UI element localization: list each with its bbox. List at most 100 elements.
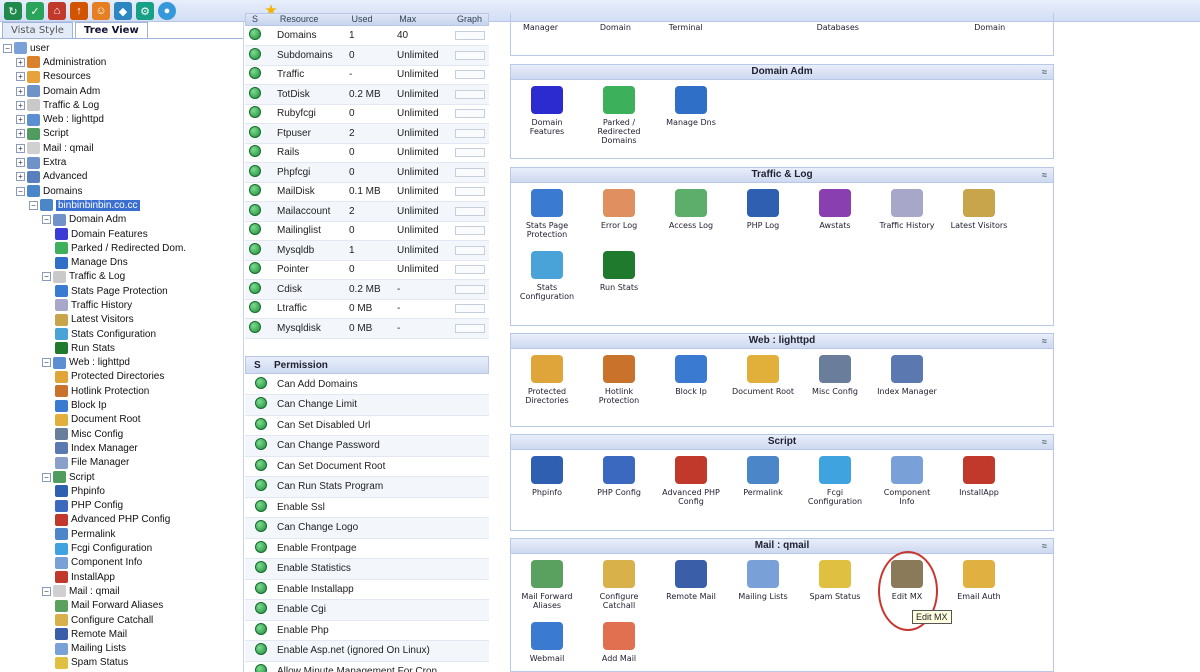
panel-item[interactable]: Mailing Lists [731,560,795,622]
panel-item[interactable]: Misc Config [803,355,867,417]
panel-item[interactable]: Spam Status [803,560,867,622]
collapse-icon[interactable]: − [16,186,25,196]
panel-item[interactable]: Add Mail [587,622,651,672]
tab-tree-view[interactable]: Tree View [74,22,148,38]
panel-item[interactable]: Fcgi Configuration [803,456,867,518]
tree-item[interactable]: + Extra [0,155,243,169]
strip-item-label[interactable]: Domain [974,23,1053,32]
tree-item[interactable]: Document Root [0,413,243,427]
tree-item[interactable]: − user [0,41,243,55]
tree-item[interactable]: + Traffic & Log [0,98,243,112]
panel-header[interactable]: Web : lighttpd ≈ [511,334,1053,349]
expand-icon[interactable]: + [16,172,25,182]
panel-item[interactable]: Permalink [731,456,795,518]
panel-item[interactable]: Awstats [803,189,867,251]
strip-item-label[interactable]: Terminal [669,23,817,32]
refresh-icon[interactable]: ↻ [4,2,22,20]
panel-item[interactable]: Stats Page Protection [515,189,579,251]
expand-icon[interactable]: + [16,115,25,125]
panel-item[interactable]: Parked / Redirected Domains [587,86,651,148]
upload-icon[interactable]: ↑ [70,2,88,20]
globe-icon[interactable]: ● [158,2,176,20]
strip-item-label[interactable]: Domain [600,23,669,32]
home-icon[interactable]: ⌂ [48,2,66,20]
panel-header[interactable]: Traffic & Log ≈ [511,168,1053,183]
tree-item[interactable]: + Advanced [0,170,243,184]
panel-item[interactable]: Document Root [731,355,795,417]
panel-item[interactable]: Configure Catchall [587,560,651,622]
tree-item[interactable]: Block Ip [0,398,243,412]
gear-icon[interactable]: ⚙ [136,2,154,20]
panel-item[interactable]: InstallApp [947,456,1011,518]
tree-item[interactable]: Protected Directories [0,370,243,384]
collapse-icon[interactable]: − [42,215,51,225]
panel-header[interactable]: Script ≈ [511,435,1053,450]
expand-icon[interactable]: + [16,57,25,67]
tree-item[interactable]: + Administration [0,55,243,69]
collapse-icon[interactable]: ≈ [1042,435,1047,449]
tree-item[interactable]: + Domain Adm [0,84,243,98]
panel-item[interactable]: Hotlink Protection [587,355,651,417]
tree-item[interactable]: Fcgi Configuration [0,541,243,555]
panel-item[interactable]: PHP Log [731,189,795,251]
panel-item[interactable]: Advanced PHP Config [659,456,723,518]
tree-item[interactable]: PHP Config [0,499,243,513]
tree-item[interactable]: − Traffic & Log [0,270,243,284]
panel-item[interactable]: Protected Directories [515,355,579,417]
tree-item[interactable]: Remote Mail [0,627,243,641]
panel-item[interactable]: Access Log [659,189,723,251]
tab-vista-style[interactable]: Vista Style [2,22,73,38]
panel-item[interactable]: Webmail [515,622,579,672]
tree-item[interactable]: Configure Catchall [0,613,243,627]
tree-item[interactable]: Advanced PHP Config [0,513,243,527]
panel-item[interactable]: Manage Dns [659,86,723,148]
collapse-icon[interactable]: ≈ [1042,168,1047,182]
tree-item[interactable]: InstallApp [0,570,243,584]
expand-icon[interactable]: + [16,72,25,82]
tree-item[interactable]: Spam Status [0,656,243,670]
strip-item-label[interactable]: Databases [817,23,975,32]
collapse-icon[interactable]: ≈ [1042,65,1047,79]
tree-item[interactable]: Run Stats [0,341,243,355]
panel-header[interactable]: Mail : qmail ≈ [511,539,1053,554]
tree-item[interactable]: Component Info [0,556,243,570]
panel-item[interactable]: Run Stats [587,251,651,313]
tree-item[interactable]: Stats Configuration [0,327,243,341]
panel-item[interactable]: PHP Config [587,456,651,518]
panel-item[interactable]: Mail Forward Aliases [515,560,579,622]
tree-item[interactable]: − Web : lighttpd [0,356,243,370]
collapse-icon[interactable]: − [29,200,38,210]
users-icon[interactable]: ☺ [92,2,110,20]
tree-item[interactable]: Index Manager [0,441,243,455]
tree-item[interactable]: + Resources [0,70,243,84]
tree-item[interactable]: Manage Dns [0,255,243,269]
tree-item[interactable]: Traffic History [0,298,243,312]
panel-item[interactable]: Index Manager [875,355,939,417]
collapse-icon[interactable]: − [3,43,12,53]
tree-item[interactable]: Parked / Redirected Dom. [0,241,243,255]
panel-item[interactable]: Traffic History [875,189,939,251]
panel-item[interactable]: Component Info [875,456,939,518]
panel-item[interactable]: Stats Configuration [515,251,579,313]
panel-item[interactable]: Latest Visitors [947,189,1011,251]
collapse-icon[interactable]: − [42,586,51,596]
expand-icon[interactable]: + [16,100,25,110]
expand-icon[interactable]: + [16,129,25,139]
tree-item[interactable]: Misc Config [0,427,243,441]
tree-item[interactable]: − Mail : qmail [0,584,243,598]
collapse-icon[interactable]: − [42,358,51,368]
tree-item[interactable]: Latest Visitors [0,313,243,327]
tree-item[interactable]: + Script [0,127,243,141]
panel-item[interactable]: Error Log [587,189,651,251]
tree-item[interactable]: − Domains [0,184,243,198]
panel-item[interactable]: Email Auth [947,560,1011,622]
tree-item[interactable]: + Mail : qmail [0,141,243,155]
tree-item[interactable]: Permalink [0,527,243,541]
collapse-icon[interactable]: − [42,472,51,482]
tree-item[interactable]: Mailing Lists [0,641,243,655]
tree-item[interactable]: − Domain Adm [0,213,243,227]
panel-item[interactable]: Block Ip [659,355,723,417]
tree-item[interactable]: Stats Page Protection [0,284,243,298]
panel-header[interactable]: Domain Adm ≈ [511,65,1053,80]
panel-item[interactable]: Remote Mail [659,560,723,622]
